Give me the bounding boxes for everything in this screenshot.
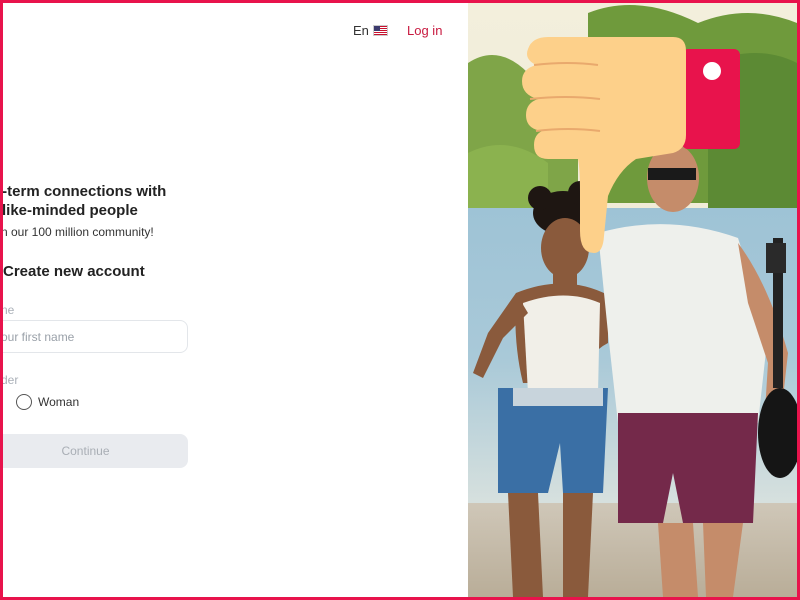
signup-pane: En Log in g-term connections with like-m… (3, 3, 468, 597)
first-name-label: ne (3, 303, 15, 317)
radio-woman-label: Woman (38, 395, 80, 409)
language-selector[interactable]: En (353, 23, 388, 38)
login-link[interactable]: Log in (407, 23, 442, 38)
form-title: Create new account (3, 263, 145, 280)
headline-line-1: g-term connections with (3, 183, 167, 200)
language-label: En (353, 23, 369, 38)
gender-option-woman[interactable]: Woman (16, 394, 79, 410)
radio-woman[interactable] (16, 394, 32, 410)
community-subline: n our 100 million community! (3, 225, 154, 239)
us-flag-icon (372, 25, 388, 36)
first-name-input[interactable] (3, 320, 188, 353)
thumbs-down-icon (522, 37, 740, 253)
gender-label: der (3, 373, 19, 387)
headline-line-2: like-minded people (3, 202, 138, 219)
page-frame: En Log in g-term connections with like-m… (3, 3, 797, 597)
continue-button[interactable]: Continue (3, 434, 188, 468)
